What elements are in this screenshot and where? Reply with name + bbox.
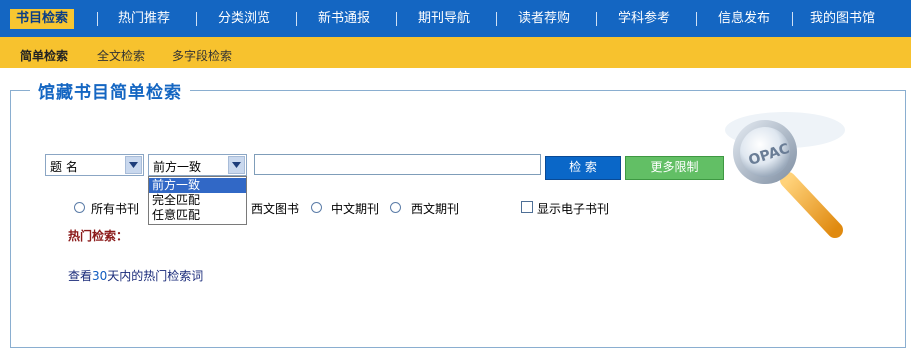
subnav-multifield-search[interactable]: 多字段检索 [172, 47, 232, 64]
nav-item-catalog-search[interactable]: 书目检索 [10, 9, 75, 29]
nav-separator [596, 12, 597, 26]
match-select[interactable]: 前方一致 [148, 154, 247, 176]
match-option-exact[interactable]: 完全匹配 [149, 193, 246, 208]
chevron-down-icon[interactable] [125, 156, 142, 174]
field-select-value: 题 名 [50, 160, 78, 174]
opac-magnifier-icon: OPAC [725, 112, 845, 238]
chevron-down-icon[interactable] [228, 156, 245, 174]
nav-separator [296, 12, 297, 26]
radio-label-west-book: 西文图书 [251, 202, 300, 216]
nav-separator [396, 12, 397, 26]
nav-separator [97, 12, 98, 26]
nav-item-reader-recommend[interactable]: 读者荐购 [518, 9, 570, 29]
search-button[interactable]: 检 索 [545, 156, 621, 180]
nav-item-hot-recommend[interactable]: 热门推荐 [118, 9, 170, 29]
hot-search-label: 热门检索： [68, 229, 129, 243]
match-select-value: 前方一致 [153, 160, 202, 174]
sub-nav: 简单检索 全文检索 多字段检索 [0, 37, 911, 68]
radio-label-all-books: 所有书刊 [91, 202, 140, 216]
radio-cn-journal[interactable] [311, 202, 322, 213]
ebook-checkbox-label: 显示电子书刊 [537, 202, 610, 216]
nav-item-my-library[interactable]: 我的图书馆 [810, 9, 875, 29]
match-option-any[interactable]: 任意匹配 [149, 208, 246, 223]
nav-item-subject-reference[interactable]: 学科参考 [618, 9, 670, 29]
match-option-prefix[interactable]: 前方一致 [149, 178, 246, 193]
hot-link-days: 30 [92, 269, 108, 283]
nav-item-info-release[interactable]: 信息发布 [718, 9, 770, 29]
nav-item-journal-nav[interactable]: 期刊导航 [418, 9, 470, 29]
ebook-checkbox[interactable] [521, 201, 533, 213]
match-dropdown-list[interactable]: 前方一致 完全匹配 任意匹配 [148, 176, 247, 225]
top-nav: 书目检索 热门推荐 分类浏览 新书通报 期刊导航 读者荐购 学科参考 信息发布 … [0, 0, 911, 37]
hot-link-suffix: 天内的热门检索词 [107, 269, 204, 283]
field-select[interactable]: 题 名 [45, 154, 144, 176]
nav-separator [496, 12, 497, 26]
subnav-fulltext-search[interactable]: 全文检索 [97, 47, 145, 64]
radio-label-west-journal: 西文期刊 [411, 202, 460, 216]
nav-separator [792, 12, 793, 26]
radio-label-cn-journal: 中文期刊 [331, 202, 380, 216]
hot-link-prefix: 查看 [68, 269, 93, 283]
radio-west-journal[interactable] [390, 202, 401, 213]
radio-all-books[interactable] [74, 202, 85, 213]
nav-item-category-browse[interactable]: 分类浏览 [218, 9, 270, 29]
search-input[interactable] [254, 154, 541, 175]
nav-separator [696, 12, 697, 26]
nav-separator [196, 12, 197, 26]
nav-item-new-books[interactable]: 新书通报 [318, 9, 370, 29]
hot-words-link[interactable]: 查看30天内的热门检索词 [68, 267, 203, 284]
subnav-simple-search[interactable]: 简单检索 [20, 47, 68, 64]
panel-title: 馆藏书目简单检索 [30, 78, 190, 103]
